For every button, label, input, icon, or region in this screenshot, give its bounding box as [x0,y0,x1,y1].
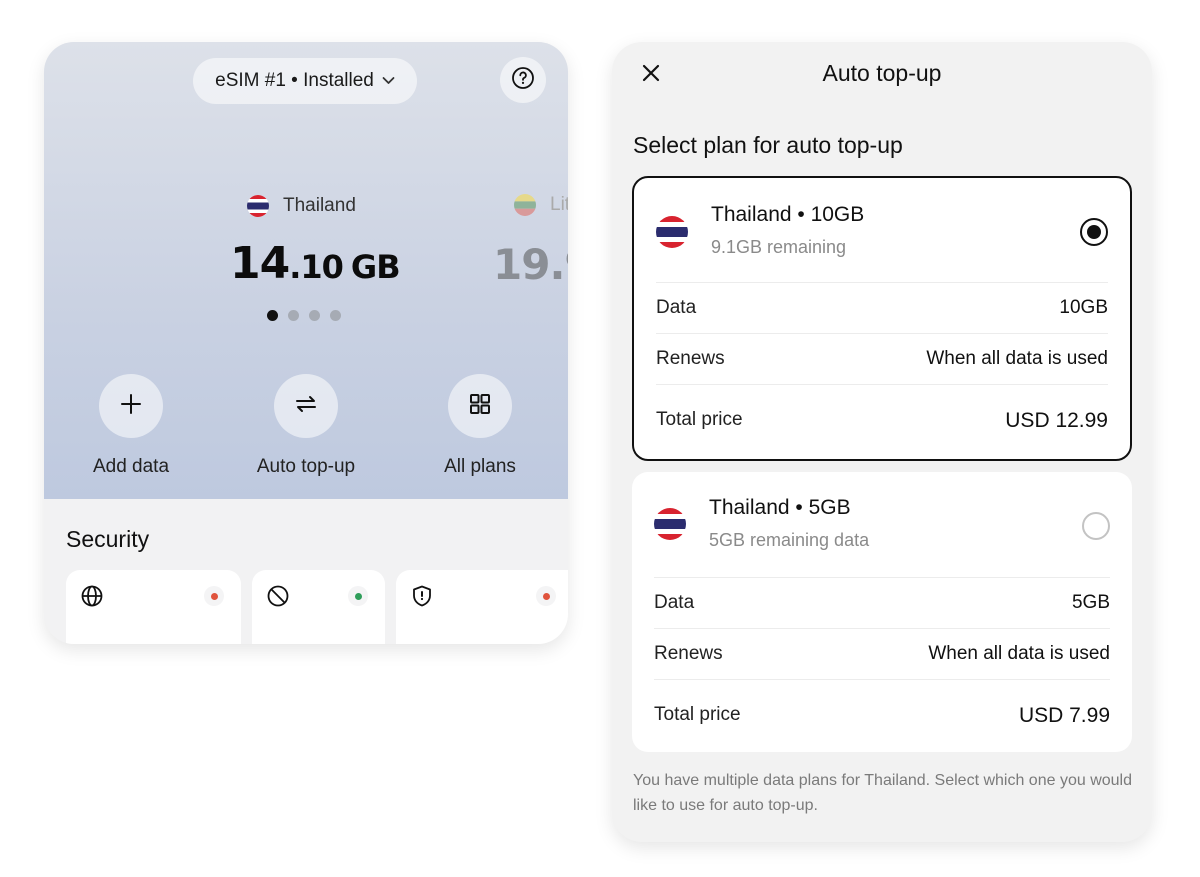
security-tile-shield[interactable] [396,570,568,644]
plan-renews-row: Renews When all data is used [656,333,1108,370]
multiple-plans-note: You have multiple data plans for Thailan… [633,772,1132,814]
thailand-flag-icon [247,195,269,217]
auto-top-up-label: Auto top-up [256,456,356,477]
all-plans-icon-wrap [448,374,512,438]
plan-price-value: USD 12.99 [1005,409,1108,432]
plan-data-value: 10GB [1059,297,1108,318]
carousel-pagination [267,310,341,321]
plan-data-row: Data 5GB [654,577,1110,614]
pagination-dot[interactable] [330,310,341,321]
pagination-dot[interactable] [309,310,320,321]
question-circle-icon [511,66,535,95]
plan-renews-value: When all data is used [928,643,1110,664]
status-indicator [536,586,556,606]
esim-selector-label: eSIM #1 • Installed [215,70,374,91]
security-heading: Security [66,526,150,552]
shield-icon [410,584,434,613]
add-data-button[interactable]: Add data [61,374,201,478]
plan-price-label: Total price [656,409,743,430]
plan-price-value: USD 7.99 [1018,704,1110,727]
slide-country-label: Thailand [283,195,356,216]
plan-data-row: Data 10GB [656,282,1108,319]
data-balance-hero: eSIM #1 • Installed Thailand 14.10 GB Li… [44,42,568,499]
block-icon [266,584,290,613]
plan-remaining: 5GB remaining data [709,530,870,550]
slide-country: Thailand [247,194,356,218]
esim-selector[interactable]: eSIM #1 • Installed [193,58,417,104]
security-tile-web[interactable] [66,570,241,644]
data-balance-int: 14 [230,238,290,289]
plus-icon [119,392,143,421]
data-balance-dec: .10 [289,248,344,286]
help-button[interactable] [500,57,546,103]
all-plans-label: All plans [444,456,516,477]
auto-top-up-button[interactable]: Auto top-up [236,374,376,478]
plan-price-row: Total price USD 7.99 [654,679,1110,728]
plan-renews-label: Renews [654,643,723,664]
plan-price-row: Total price USD 12.99 [656,384,1108,433]
page-title: Auto top-up [822,60,942,86]
auto-top-up-icon-wrap [274,374,338,438]
data-balance-unit: GB [350,248,401,286]
status-indicator [204,586,224,606]
data-balance-amount: 14.10 GB [230,238,401,289]
slide-country-next-label: Lit [550,194,568,215]
add-data-icon-wrap [99,374,163,438]
repeat-icon [292,390,320,423]
status-indicator [348,586,368,606]
plan-price-label: Total price [654,704,741,725]
thailand-flag-icon [654,508,686,540]
grid-icon [468,392,492,421]
lithuania-flag-icon [514,194,536,216]
status-dot-red [210,592,218,600]
pagination-dot[interactable] [267,310,278,321]
plan-renews-label: Renews [656,348,725,369]
data-balance-next-amount: 19.9 [493,240,568,289]
status-dot-red [542,592,550,600]
plan-renews-value: When all data is used [926,348,1108,369]
status-dot-green [354,592,362,600]
all-plans-button[interactable]: All plans [410,374,550,478]
plan-remaining: 9.1GB remaining [711,237,847,257]
globe-icon [80,584,104,613]
plan-data-label: Data [656,297,697,318]
plan-data-label: Data [654,592,695,613]
auto-top-up-sheet: Auto top-up Select plan for auto top-up … [612,42,1152,842]
plan-option-thailand-5gb[interactable]: Thailand • 5GB 5GB remaining data Data 5… [632,472,1132,752]
plan-radio-selected[interactable] [1080,218,1108,246]
pagination-dot[interactable] [288,310,299,321]
slide-country-next: Lit [514,194,568,216]
plan-name: Thailand • 10GB [711,203,865,226]
select-plan-heading: Select plan for auto top-up [633,132,903,158]
thailand-flag-icon [656,216,688,248]
plan-renews-row: Renews When all data is used [654,628,1110,665]
plan-option-thailand-10gb[interactable]: Thailand • 10GB 9.1GB remaining Data 10G… [632,176,1132,461]
chevron-down-icon [382,72,395,88]
plan-data-value: 5GB [1071,592,1110,613]
plan-radio-unselected[interactable] [1082,512,1110,540]
esim-home-card: eSIM #1 • Installed Thailand 14.10 GB Li… [44,42,568,644]
plan-name: Thailand • 5GB [709,496,851,519]
security-tile-block[interactable] [252,570,385,644]
add-data-label: Add data [92,456,170,477]
